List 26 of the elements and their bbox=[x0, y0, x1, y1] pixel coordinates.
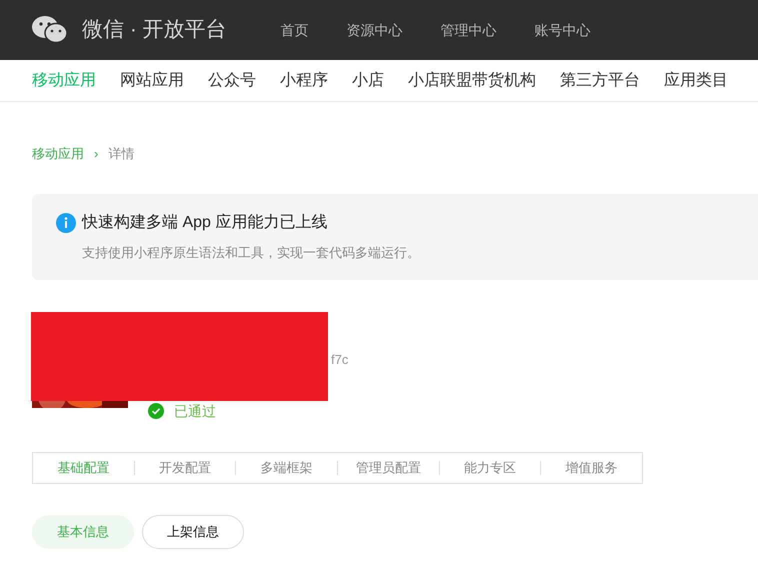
category-tab[interactable]: 应用类目 bbox=[664, 68, 728, 92]
platform-title: 微信 · 开放平台 bbox=[82, 17, 227, 44]
category-tab[interactable]: 公众号 bbox=[208, 68, 256, 92]
chat-bubbles-icon bbox=[32, 16, 68, 44]
config-tab[interactable]: 开发配置 bbox=[134, 458, 236, 478]
header-nav-link[interactable]: 账号中心 bbox=[534, 20, 591, 40]
category-tab[interactable]: 网站应用 bbox=[120, 68, 184, 92]
category-tab[interactable]: 小店联盟带货机构 bbox=[408, 68, 536, 92]
info-tab[interactable]: 上架信息 bbox=[142, 514, 244, 548]
header-nav-link[interactable]: 首页 bbox=[280, 20, 309, 40]
category-tab[interactable]: 第三方平台 bbox=[560, 68, 640, 92]
config-tab[interactable]: 能力专区 bbox=[440, 458, 540, 478]
category-tab[interactable]: 小店 bbox=[352, 68, 384, 92]
config-tab[interactable]: 增值服务 bbox=[541, 458, 642, 478]
app-id-text: f7c bbox=[331, 350, 348, 368]
config-tab[interactable]: 多端框架 bbox=[236, 458, 338, 478]
header-nav-link[interactable]: 管理中心 bbox=[440, 20, 497, 40]
category-tab[interactable]: 小程序 bbox=[280, 68, 328, 92]
info-icon bbox=[56, 212, 76, 232]
breadcrumb-separator: › bbox=[94, 145, 98, 163]
config-tab[interactable]: 管理员配置 bbox=[338, 458, 439, 478]
notice-title: 快速构建多端 App 应用能力已上线 bbox=[82, 212, 328, 232]
status-text: 已通过 bbox=[174, 402, 216, 420]
header-nav-link[interactable]: 资源中心 bbox=[346, 20, 403, 40]
notice-text: 支持使用小程序原生语法和工具，实现一套代码多端运行。 bbox=[82, 244, 421, 262]
breadcrumb-current: 详情 bbox=[108, 145, 134, 163]
